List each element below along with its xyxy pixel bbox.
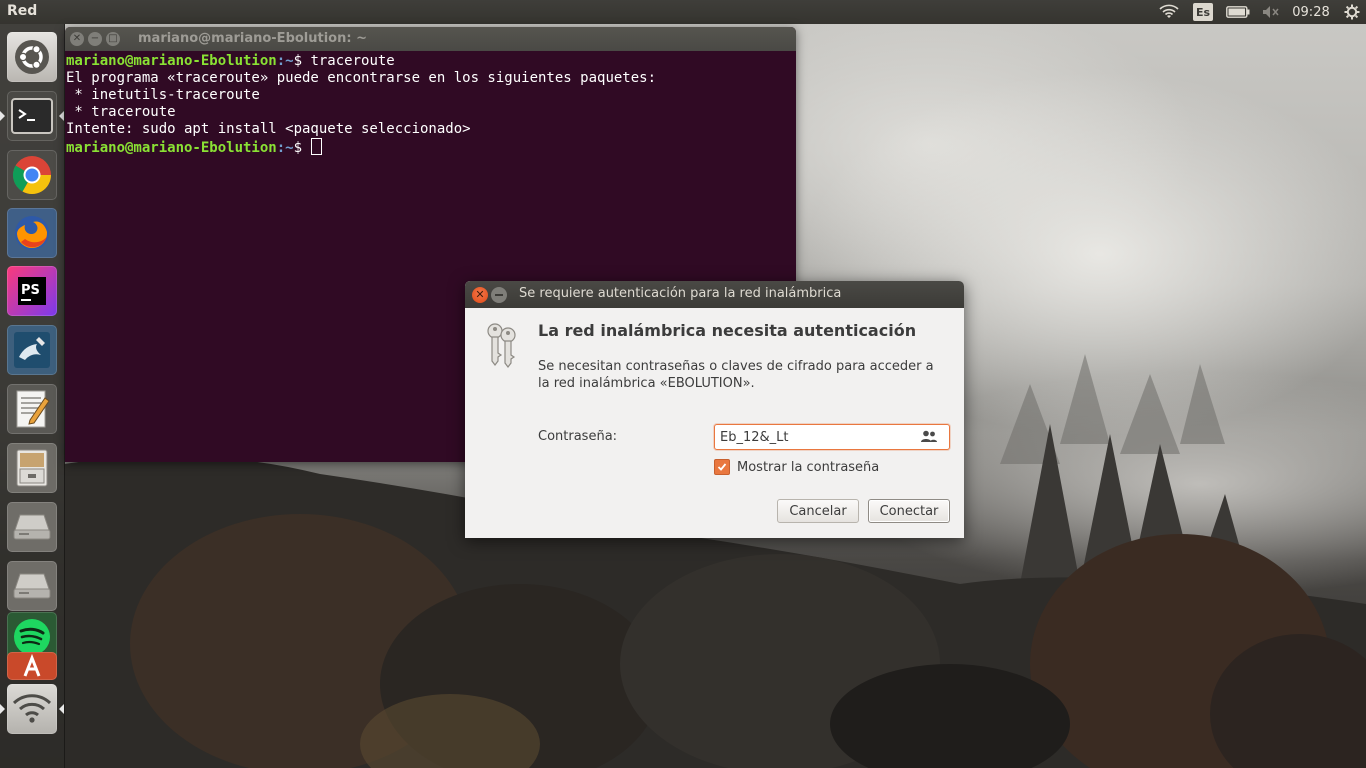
top-panel: Red Es 09:28: [0, 0, 1366, 24]
volume-muted-icon[interactable]: [1258, 0, 1284, 24]
password-field[interactable]: [714, 424, 950, 450]
show-password-label: Mostrar la contraseña: [737, 459, 880, 475]
launcher-text-editor[interactable]: [7, 384, 57, 434]
terminal-output-line: * inetutils-traceroute: [66, 87, 260, 103]
prompt-path: :~: [276, 53, 294, 69]
hard-drive-icon: [13, 573, 51, 599]
firefox-icon: [15, 216, 49, 250]
terminal-icon: [11, 98, 53, 134]
wifi-auth-dialog[interactable]: ✕ Se requiere autenticación para la red …: [465, 281, 964, 538]
svg-text:PS: PS: [21, 283, 40, 298]
power-gear-icon[interactable]: [1340, 0, 1364, 24]
battery-icon[interactable]: [1223, 0, 1253, 24]
terminal-output-line: Intente: sudo apt install <paquete selec…: [66, 121, 471, 137]
close-icon: ✕: [72, 33, 82, 44]
wifi-icon: [12, 694, 52, 723]
terminal-current-prompt: mariano@mariano-Ebolution:~$: [66, 138, 796, 157]
text-editor-icon: [16, 390, 50, 428]
terminal-command-line: mariano@mariano-Ebolution:~$ traceroute: [66, 53, 796, 70]
launcher: PS: [0, 24, 65, 768]
launcher-software-center[interactable]: [7, 652, 57, 680]
launcher-drive-2[interactable]: [7, 561, 57, 611]
dialog-minimize-button[interactable]: [491, 286, 507, 303]
hard-drive-icon: [13, 514, 51, 540]
dialog-description: Se necesitan contraseñas o claves de cif…: [538, 359, 934, 391]
file-cabinet-icon: [16, 449, 48, 487]
close-icon: ✕: [475, 288, 485, 301]
terminal-output[interactable]: mariano@mariano-Ebolution:~$ traceroute E…: [65, 51, 796, 157]
launcher-drive-1[interactable]: [7, 502, 57, 552]
terminal-output-line: * traceroute: [66, 104, 176, 120]
software-center-icon: [23, 654, 41, 677]
dialog-close-button[interactable]: ✕: [472, 286, 488, 303]
prompt-path: :~: [276, 140, 294, 156]
active-app-title: Red: [7, 3, 38, 19]
show-password-checkbox[interactable]: [714, 459, 730, 475]
cancel-button[interactable]: Cancelar: [777, 499, 859, 523]
dialog-title: Se requiere autenticación para la red in…: [519, 286, 842, 301]
password-label: Contraseña:: [538, 429, 618, 444]
keys-icon: [487, 323, 516, 368]
prompt-symbol: $: [293, 53, 311, 69]
user-options-icon[interactable]: [921, 430, 937, 443]
terminal-command: traceroute: [310, 53, 395, 69]
terminal-close-button[interactable]: ✕: [70, 32, 84, 46]
terminal-title: mariano@mariano-Ebolution: ~: [138, 31, 367, 46]
terminal-maximize-button[interactable]: □: [106, 32, 120, 46]
clock[interactable]: 09:28: [1288, 0, 1334, 24]
terminal-minimize-button[interactable]: −: [88, 32, 102, 46]
chrome-icon: [12, 156, 52, 195]
maximize-icon: □: [108, 33, 118, 44]
ubuntu-logo-icon: [15, 40, 49, 74]
launcher-mysql-workbench[interactable]: [7, 325, 57, 375]
launcher-files[interactable]: [7, 443, 57, 493]
terminal-output-line: El programa «traceroute» puede encontrar…: [66, 70, 657, 86]
launcher-network[interactable]: [0, 684, 64, 734]
launcher-firefox[interactable]: [7, 208, 57, 258]
keyboard-language-indicator[interactable]: Es: [1190, 0, 1216, 24]
dialog-heading: La red inalámbrica necesita autenticació…: [538, 321, 917, 340]
launcher-ubuntu-dash[interactable]: [7, 32, 57, 82]
mysql-workbench-icon: [14, 332, 50, 368]
connect-button[interactable]: Conectar: [868, 499, 950, 523]
wifi-icon[interactable]: [1156, 0, 1182, 24]
dialog-titlebar[interactable]: ✕ Se requiere autenticación para la red …: [465, 281, 964, 308]
checkmark-icon: [717, 463, 727, 471]
minimize-icon: −: [90, 33, 100, 44]
launcher-chrome[interactable]: [7, 150, 57, 200]
launcher-terminal[interactable]: [0, 91, 64, 141]
phpstorm-icon: PS: [18, 277, 46, 305]
minimize-icon: [495, 293, 503, 296]
launcher-phpstorm[interactable]: PS: [7, 266, 57, 316]
show-password-option[interactable]: Mostrar la contraseña: [714, 459, 879, 475]
terminal-cursor: [311, 138, 323, 155]
prompt-user: mariano@mariano-Ebolution: [66, 140, 277, 156]
terminal-titlebar[interactable]: ✕ − □ mariano@mariano-Ebolution: ~: [65, 27, 796, 51]
keyboard-language-badge: Es: [1193, 3, 1213, 21]
prompt-user: mariano@mariano-Ebolution: [66, 53, 277, 69]
prompt-symbol: $: [293, 140, 311, 156]
password-input[interactable]: [720, 428, 910, 446]
